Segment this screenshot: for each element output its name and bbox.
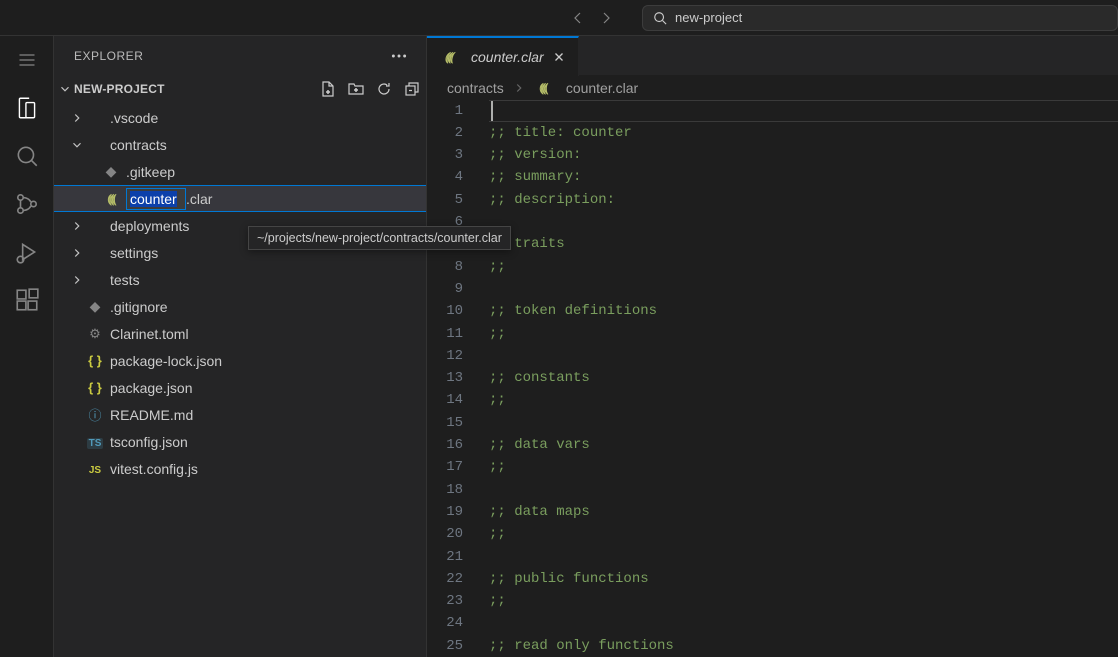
tree-item--gitignore[interactable]: ◆.gitignore <box>54 293 426 320</box>
tree-item-vitest-config-js[interactable]: JSvitest.config.js <box>54 455 426 482</box>
tree-item-Clarinet-toml[interactable]: ⚙Clarinet.toml <box>54 320 426 347</box>
nav-back-icon[interactable] <box>570 10 586 26</box>
tree-item-label: .vscode <box>110 110 158 126</box>
new-file-icon[interactable] <box>320 81 336 97</box>
tree-item-label: tsconfig.json <box>110 434 188 450</box>
more-actions-icon[interactable] <box>390 47 408 65</box>
tree-item-label: README.md <box>110 407 193 423</box>
tree-item-label: deployments <box>110 218 189 234</box>
tree-item-label: settings <box>110 245 158 261</box>
editor-tab[interactable]: ⦅⦅⦅ counter.clar <box>427 36 579 76</box>
new-folder-icon[interactable] <box>348 81 364 97</box>
search-activity-icon[interactable] <box>13 142 41 170</box>
sidebar: EXPLORER NEW-PROJECT .vscode contracts ◆.g… <box>54 36 426 657</box>
tree-item-contracts[interactable]: contracts <box>54 131 426 158</box>
breadcrumb-file[interactable]: counter.clar <box>566 80 638 96</box>
close-tab-icon[interactable] <box>552 50 566 64</box>
chevron-right-icon <box>512 81 526 95</box>
tree-item--gitkeep[interactable]: ◆.gitkeep <box>54 158 426 185</box>
project-name: NEW-PROJECT <box>74 82 165 96</box>
search-input[interactable] <box>675 10 1107 25</box>
menu-icon[interactable] <box>13 46 41 74</box>
activity-bar <box>0 36 54 657</box>
tree-item-package-json[interactable]: { }package.json <box>54 374 426 401</box>
search-icon <box>653 11 667 25</box>
line-numbers-gutter: 1234567891011121314151617181920212223242… <box>427 100 489 657</box>
refresh-icon[interactable] <box>376 81 392 97</box>
tab-filename: counter.clar <box>471 49 544 65</box>
code-content[interactable]: ;; title: counter;; version:;; summary:;… <box>489 100 1118 657</box>
command-center-search[interactable] <box>642 5 1118 31</box>
text-cursor <box>491 101 493 121</box>
source-control-icon[interactable] <box>13 190 41 218</box>
tree-item-label: package.json <box>110 380 193 396</box>
chevron-down-icon <box>58 82 74 96</box>
extensions-icon[interactable] <box>13 286 41 314</box>
tree-item-label: Clarinet.toml <box>110 326 189 342</box>
tree-item-label: package-lock.json <box>110 353 222 369</box>
chevron-right-icon <box>70 273 86 287</box>
chevron-right-icon <box>70 219 86 233</box>
editor-group: ⦅⦅⦅ counter.clar contracts ⦅⦅⦅ counter.c… <box>426 36 1118 657</box>
nav-forward-icon[interactable] <box>598 10 614 26</box>
explorer-icon[interactable] <box>13 94 41 122</box>
clar-file-icon: ⦅⦅⦅ <box>439 49 457 65</box>
tree-item-package-lock-json[interactable]: { }package-lock.json <box>54 347 426 374</box>
file-tree: .vscode contracts ◆.gitkeep⦅⦅⦅.clar deploym… <box>54 102 426 657</box>
tree-item-README-md[interactable]: ⓘREADME.md <box>54 401 426 428</box>
tree-item-label: vitest.config.js <box>110 461 198 477</box>
titlebar <box>0 0 1118 36</box>
project-root-header[interactable]: NEW-PROJECT <box>54 76 426 102</box>
chevron-down-icon <box>70 138 86 152</box>
active-line-highlight <box>489 100 1118 122</box>
tab-bar: ⦅⦅⦅ counter.clar <box>427 36 1118 76</box>
file-path-tooltip: ~/projects/new-project/contracts/counter… <box>248 226 511 250</box>
breadcrumb[interactable]: contracts ⦅⦅⦅ counter.clar <box>427 76 1118 100</box>
tree-item-label: .gitkeep <box>126 164 175 180</box>
rename-input[interactable] <box>126 188 186 210</box>
clar-file-icon: ⦅⦅⦅ <box>534 80 552 96</box>
tree-item-tsconfig-json[interactable]: TStsconfig.json <box>54 428 426 455</box>
tree-item-counter-clar[interactable]: ⦅⦅⦅.clar <box>54 185 426 212</box>
tree-item-tests[interactable]: tests <box>54 266 426 293</box>
tree-item-label: .gitignore <box>110 299 168 315</box>
breadcrumb-folder[interactable]: contracts <box>447 80 504 96</box>
chevron-right-icon <box>70 111 86 125</box>
sidebar-header: EXPLORER <box>54 36 426 76</box>
code-editor[interactable]: 1234567891011121314151617181920212223242… <box>427 100 1118 657</box>
tree-item-label: contracts <box>110 137 167 153</box>
chevron-right-icon <box>70 246 86 260</box>
sidebar-title: EXPLORER <box>74 49 143 63</box>
debug-icon[interactable] <box>13 238 41 266</box>
tree-item-label: tests <box>110 272 140 288</box>
tree-item--vscode[interactable]: .vscode <box>54 104 426 131</box>
collapse-all-icon[interactable] <box>404 81 420 97</box>
